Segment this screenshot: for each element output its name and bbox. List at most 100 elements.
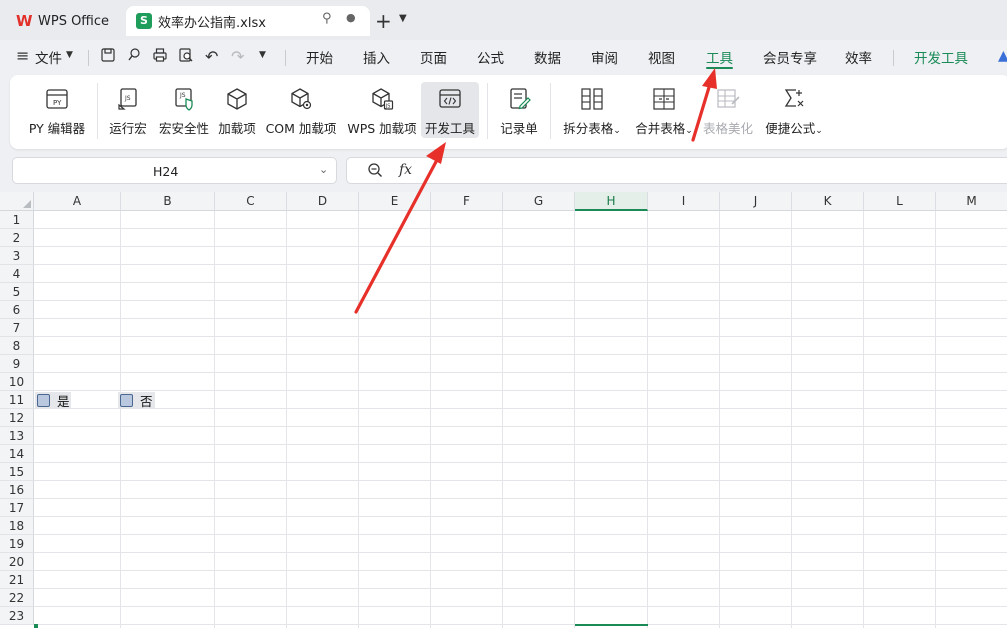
column-header-g[interactable]: G bbox=[503, 192, 575, 211]
name-box[interactable]: H24 ⌄ bbox=[12, 157, 337, 184]
checkbox-square[interactable] bbox=[37, 393, 50, 407]
run-macro-button[interactable]: JS 运行宏 bbox=[106, 82, 150, 138]
name-box-dropdown-icon[interactable]: ⌄ bbox=[319, 163, 328, 176]
row-header-14[interactable]: 14 bbox=[0, 445, 34, 463]
row-header-2[interactable]: 2 bbox=[0, 229, 34, 247]
hamburger-menu-icon[interactable]: ≡ bbox=[16, 46, 29, 65]
divider bbox=[893, 50, 894, 66]
addins-button[interactable]: 加载项 bbox=[215, 82, 259, 138]
row-gridline bbox=[34, 606, 1007, 607]
column-header-l[interactable]: L bbox=[864, 192, 936, 211]
run-macro-icon: JS bbox=[115, 86, 141, 112]
row-header-11[interactable]: 11 bbox=[0, 391, 34, 409]
row-header-1[interactable]: 1 bbox=[0, 211, 34, 229]
merge-table-button[interactable]: 合并表格⌄ bbox=[631, 82, 697, 138]
checkbox-no[interactable]: 否 bbox=[118, 392, 155, 409]
column-header-j[interactable]: J bbox=[720, 192, 792, 211]
select-all-corner[interactable] bbox=[0, 192, 34, 211]
tab-wps-office[interactable]: W WPS Office bbox=[8, 6, 120, 36]
record-form-button[interactable]: 记录单 bbox=[497, 82, 541, 138]
row-header-12[interactable]: 12 bbox=[0, 409, 34, 427]
print-icon[interactable] bbox=[152, 47, 168, 67]
tab-list-dropdown-icon[interactable]: ▼ bbox=[399, 13, 407, 24]
row-gridline bbox=[34, 408, 1007, 409]
svg-text:JS: JS bbox=[124, 95, 131, 102]
py-editor-button[interactable]: PY PY 编辑器 bbox=[24, 82, 90, 138]
column-header-k[interactable]: K bbox=[792, 192, 864, 211]
column-header-b[interactable]: B bbox=[121, 192, 215, 211]
beautify-table-icon bbox=[715, 86, 741, 112]
menu-yemian[interactable]: 页面 bbox=[420, 47, 447, 67]
beautify-table-label: 表格美化 bbox=[702, 121, 753, 136]
menu-devtools[interactable]: 开发工具 bbox=[914, 47, 968, 67]
checkbox-yes[interactable]: 是 bbox=[35, 392, 71, 409]
row-header-17[interactable]: 17 bbox=[0, 499, 34, 517]
row-header-8[interactable]: 8 bbox=[0, 337, 34, 355]
wps-addins-button[interactable]: JS WPS 加载项 bbox=[344, 82, 420, 138]
column-header-a[interactable]: A bbox=[34, 192, 121, 211]
row-gridline bbox=[34, 318, 1007, 319]
quick-formula-button[interactable]: 便捷公式⌄ bbox=[762, 82, 826, 138]
row-header-22[interactable]: 22 bbox=[0, 589, 34, 607]
divider bbox=[88, 50, 89, 66]
row-header-23[interactable]: 23 bbox=[0, 607, 34, 625]
pin-icon[interactable]: ⚲ bbox=[322, 11, 332, 26]
row-header-15[interactable]: 15 bbox=[0, 463, 34, 481]
row-header-20[interactable]: 20 bbox=[0, 553, 34, 571]
quick-formula-icon bbox=[781, 86, 807, 112]
column-header-c[interactable]: C bbox=[215, 192, 287, 211]
insert-function-icon[interactable]: fx bbox=[399, 162, 412, 178]
title-bar: W WPS Office S 效率办公指南.xlsx ⚲ ● + ▼ bbox=[0, 0, 1007, 40]
column-gridline bbox=[863, 211, 864, 628]
row-header-19[interactable]: 19 bbox=[0, 535, 34, 553]
menu-shuju[interactable]: 数据 bbox=[534, 47, 561, 67]
checkbox-square[interactable] bbox=[120, 393, 133, 407]
menu-kaishi[interactable]: 开始 bbox=[306, 47, 333, 67]
row-header-10[interactable]: 10 bbox=[0, 373, 34, 391]
beautify-table-button[interactable]: 表格美化 bbox=[701, 82, 755, 138]
row-header-9[interactable]: 9 bbox=[0, 355, 34, 373]
quick-access-dropdown-icon[interactable]: ▼ bbox=[259, 50, 266, 60]
row-header-13[interactable]: 13 bbox=[0, 427, 34, 445]
formula-bar[interactable]: fx bbox=[346, 157, 1007, 184]
row-header-21[interactable]: 21 bbox=[0, 571, 34, 589]
menu-xiaolv[interactable]: 效率 bbox=[845, 47, 872, 67]
split-table-button[interactable]: 拆分表格⌄ bbox=[559, 82, 625, 138]
row-header-16[interactable]: 16 bbox=[0, 481, 34, 499]
undo-icon[interactable]: ↶ bbox=[205, 47, 218, 66]
menu-shenyue[interactable]: 审阅 bbox=[591, 47, 618, 67]
unsaved-dot-icon[interactable]: ● bbox=[346, 11, 356, 24]
menu-huiyuan[interactable]: 会员专享 bbox=[763, 47, 817, 67]
row-header-5[interactable]: 5 bbox=[0, 283, 34, 301]
tab-workbook[interactable]: S 效率办公指南.xlsx ⚲ ● bbox=[126, 6, 370, 36]
row-header-6[interactable]: 6 bbox=[0, 301, 34, 319]
redo-icon[interactable]: ↷ bbox=[231, 47, 244, 66]
menu-gongshi[interactable]: 公式 bbox=[477, 47, 504, 67]
column-header-i[interactable]: I bbox=[648, 192, 720, 211]
column-header-d[interactable]: D bbox=[287, 192, 359, 211]
row-header-3[interactable]: 3 bbox=[0, 247, 34, 265]
com-addins-button[interactable]: COM 加载项 bbox=[263, 82, 339, 138]
row-header-4[interactable]: 4 bbox=[0, 265, 34, 283]
save-icon[interactable] bbox=[100, 47, 116, 67]
menu-file[interactable]: 文件 bbox=[35, 47, 62, 67]
macro-security-button[interactable]: JS 宏安全性 bbox=[154, 82, 214, 138]
row-header-18[interactable]: 18 bbox=[0, 517, 34, 535]
menu-gongju-active[interactable]: 工具 bbox=[706, 47, 733, 67]
column-header-m[interactable]: M bbox=[936, 192, 1007, 211]
print-preview-icon[interactable] bbox=[178, 47, 194, 67]
menu-shitu[interactable]: 视图 bbox=[648, 47, 675, 67]
row-header-7[interactable]: 7 bbox=[0, 319, 34, 337]
new-tab-button[interactable]: + bbox=[375, 9, 392, 33]
column-header-f[interactable]: F bbox=[431, 192, 503, 211]
column-header-h[interactable]: H bbox=[575, 192, 648, 211]
zoom-icon[interactable] bbox=[367, 162, 383, 181]
column-gridline bbox=[791, 211, 792, 628]
column-header-e[interactable]: E bbox=[359, 192, 431, 211]
ai-assistant-icon[interactable]: ▲ bbox=[998, 48, 1007, 64]
format-painter-icon[interactable] bbox=[126, 47, 142, 67]
developer-tools-button[interactable]: 开发工具 bbox=[421, 82, 479, 138]
spreadsheet-grid[interactable]: ABCDEFGHIJKLM 1 2 3 4 5 6 7 8 9 10 11 12 13 14 15 16 17 1… bbox=[0, 192, 1007, 628]
file-caret-icon[interactable]: ▼ bbox=[66, 50, 73, 60]
menu-charu[interactable]: 插入 bbox=[363, 47, 390, 67]
